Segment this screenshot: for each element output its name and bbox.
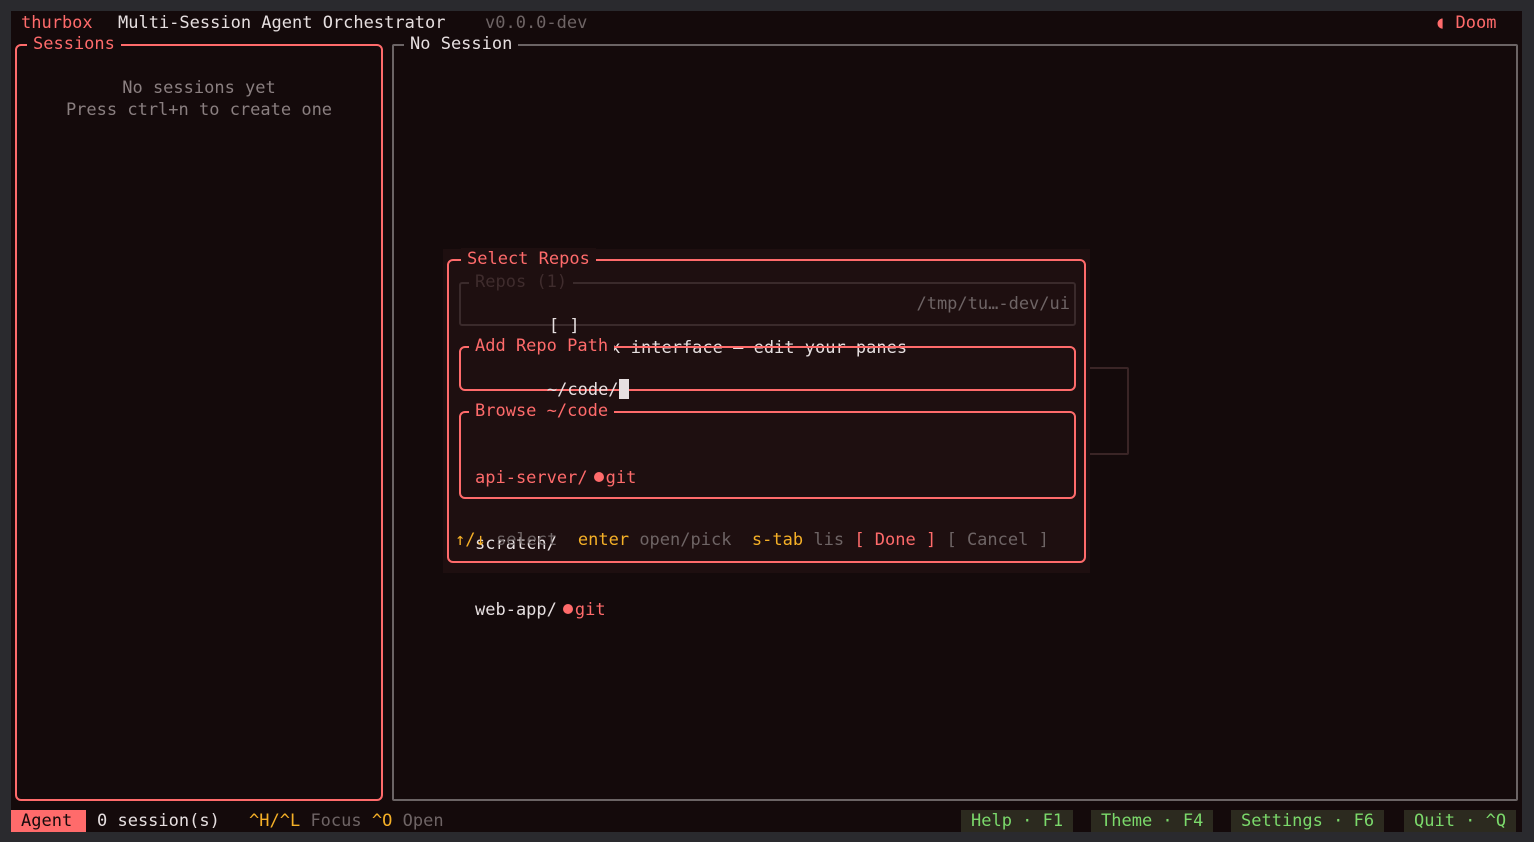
app-subtitle: Multi-Session Agent Orchestrator [118,13,446,33]
repos-section-title: Repos (1) [469,271,574,293]
settings-button[interactable]: Settings · F6 [1231,810,1385,832]
sessions-panel[interactable]: Sessions No sessions yet Press ctrl+n to… [15,33,383,801]
git-dot-icon [593,472,604,482]
browse-panel[interactable]: Browse ~/code api-server/git scratch/ we… [459,400,1076,620]
sessions-empty-hint: Press ctrl+n to create one [65,100,333,120]
done-button[interactable]: [ Done ] [854,530,936,550]
browse-item[interactable]: api-server/git [475,467,636,489]
help-button[interactable]: Help · F1 [961,810,1074,832]
sessions-panel-title: Sessions [27,33,121,55]
add-repo-path-field[interactable]: Add Repo Path ~/code/ [459,335,1076,400]
open-hint-key: ^O [371,811,393,831]
focus-hint-key: ^H/^L [249,811,301,831]
focus-hint-action: Focus [310,811,362,831]
repos-section[interactable]: Repos (1) [ ] Thurbox interface — edit y… [459,271,1076,358]
hint-key-stab: s-tab [751,530,804,550]
hint-action-open: open/pick [639,530,732,550]
open-hint-action: Open [402,811,444,831]
app-version: v0.0.0-dev [485,13,588,33]
git-badge: git [574,600,606,620]
text-cursor [618,379,629,399]
theme-button[interactable]: Theme · F4 [1091,810,1214,832]
mode-badge: Agent [11,810,86,832]
main-panel-title: No Session [404,33,519,55]
browse-item-name: web-app/ [475,600,557,620]
hint-key-arrows: ↑/↓ [455,530,486,550]
focus-hint: ^H/^L Focus ^O Open [249,810,444,832]
add-repo-path-title: Add Repo Path [469,335,615,357]
app-name: thurbox [21,13,93,33]
browse-item-name: api-server/ [475,468,588,488]
dialog-hints: ↑/↓ select enter open/pick s-tab lis [ D… [455,529,1049,551]
dialog-title: Select Repos [461,248,596,270]
hint-key-enter: enter [577,530,630,550]
theme-indicator[interactable]: ◖ Doom [1435,12,1496,34]
sessions-empty-message: No sessions yet [122,78,276,98]
browse-item[interactable]: web-app/git [475,599,636,621]
git-badge: git [605,468,637,488]
hint-action-list: lis [813,530,845,550]
theme-name: Doom [1455,13,1497,33]
cancel-button[interactable]: [ Cancel ] [946,530,1048,550]
browse-title: Browse ~/code [469,400,615,422]
terminal-window: thurbox Multi-Session Agent Orchestrator… [11,11,1522,832]
session-count: 0 session(s) [97,811,220,831]
git-dot-icon [562,604,573,614]
quit-button[interactable]: Quit · ^Q [1404,810,1517,832]
moon-icon: ◖ [1435,13,1446,33]
select-repos-dialog: Select Repos Repos (1) [ ] Thurbox inter… [447,248,1086,620]
repo-path-input[interactable]: ~/code/ [547,380,619,400]
repo-path: /tmp/tu…-dev/ui [916,294,1070,314]
repo-checkbox[interactable]: [ ] [549,316,580,336]
hint-action-select: select [495,530,558,550]
